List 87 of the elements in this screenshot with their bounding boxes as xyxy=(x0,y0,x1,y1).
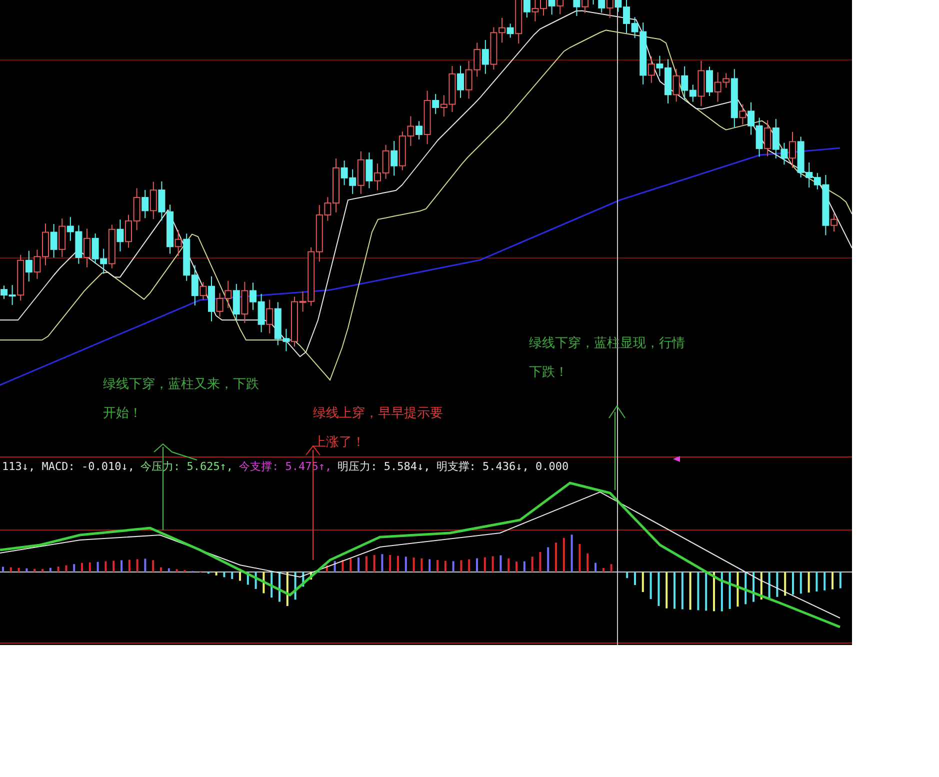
histogram-bar xyxy=(96,562,99,572)
histogram-bar xyxy=(389,554,392,572)
histogram-bar xyxy=(65,565,68,572)
histogram-bar xyxy=(800,572,802,594)
histogram-bar xyxy=(839,572,842,588)
histogram-bar xyxy=(128,560,130,572)
histogram-bar xyxy=(326,565,328,572)
histogram-bar xyxy=(73,564,76,572)
histogram-bar xyxy=(34,568,36,572)
histogram-bar xyxy=(412,558,415,572)
histogram-bar xyxy=(816,572,818,592)
histogram-bar xyxy=(231,572,234,579)
histogram-bar xyxy=(26,568,28,572)
histogram-bar xyxy=(270,572,273,598)
histogram-bar xyxy=(768,572,770,598)
histogram-bar xyxy=(302,572,304,587)
histogram-bar xyxy=(547,547,550,572)
histogram-bar xyxy=(10,567,12,572)
indicator-readout: 明支撑: 5.436↓, 0.000 xyxy=(436,459,569,474)
histogram-bar xyxy=(578,544,581,572)
histogram-bar xyxy=(562,538,565,572)
histogram-bar xyxy=(152,560,154,572)
marker-icon xyxy=(673,456,680,462)
histogram-bar xyxy=(246,572,249,585)
histogram-bar xyxy=(697,572,700,610)
histogram-bar xyxy=(404,556,407,572)
histogram-bar xyxy=(642,572,644,592)
histogram-bar xyxy=(262,572,265,594)
histogram-bar xyxy=(484,557,486,572)
histogram-bar xyxy=(350,558,352,572)
histogram-bar xyxy=(650,572,652,599)
histogram-bar xyxy=(705,572,708,611)
histogram-bar xyxy=(602,568,604,572)
histogram-bar xyxy=(681,572,684,610)
histogram-bar xyxy=(531,556,534,572)
histogram-bar xyxy=(500,555,502,572)
histogram-bar xyxy=(666,572,668,608)
histogram-bar xyxy=(808,572,810,593)
histogram-bar xyxy=(168,568,170,572)
annotation-text: 绿线上穿，早早提示要 上涨了！ xyxy=(313,405,443,452)
histogram-bar xyxy=(215,572,218,576)
annotation-text: 绿线下穿，蓝柱又来，下跌 开始！ xyxy=(103,376,259,423)
histogram-bar xyxy=(824,572,826,590)
histogram-bar xyxy=(286,572,288,606)
histogram-bar xyxy=(744,572,747,604)
histogram-bar xyxy=(689,572,692,610)
histogram-bar xyxy=(428,559,431,572)
histogram-bar xyxy=(112,560,115,572)
histogram-bar xyxy=(420,558,423,572)
histogram-bar xyxy=(136,559,138,572)
histogram-bar xyxy=(784,572,786,596)
histogram-bar xyxy=(460,560,462,572)
histogram-bar xyxy=(523,561,526,572)
histogram-bar xyxy=(570,534,573,572)
indicator-readout: 113↓, MACD: -0.010↓, xyxy=(2,460,134,473)
histogram-bar xyxy=(104,561,107,572)
histogram-bar xyxy=(294,572,296,600)
histogram-bar xyxy=(176,569,178,572)
histogram-bar xyxy=(508,558,510,572)
histogram-bar xyxy=(373,555,376,572)
histogram-bar xyxy=(658,572,660,606)
histogram-bar xyxy=(444,560,446,572)
histogram-bar xyxy=(468,559,470,572)
histogram-bar xyxy=(334,561,336,572)
histogram-bar xyxy=(610,564,612,572)
histogram-bar xyxy=(626,572,628,578)
histogram-bar xyxy=(365,556,368,572)
histogram-bar xyxy=(254,572,257,589)
histogram-bar xyxy=(223,572,226,578)
histogram-bar xyxy=(381,554,384,572)
histogram-bar xyxy=(776,572,778,597)
histogram-bar xyxy=(88,562,91,572)
histogram-bar xyxy=(310,572,312,580)
histogram-bar xyxy=(492,556,494,572)
histogram-bar xyxy=(728,572,731,609)
indicator-readout: 明压力: 5.584↓, xyxy=(338,459,430,474)
histogram-bar xyxy=(144,558,146,572)
histogram-bar xyxy=(452,561,454,572)
histogram-bar xyxy=(736,572,739,607)
histogram-bar xyxy=(49,568,52,572)
histogram-bar xyxy=(342,560,344,572)
histogram-bar xyxy=(18,568,20,572)
histogram-bar xyxy=(760,572,762,600)
histogram-bar xyxy=(57,566,60,572)
histogram-bar xyxy=(586,553,589,572)
histogram-bar xyxy=(720,572,723,612)
histogram-bar xyxy=(539,552,542,572)
